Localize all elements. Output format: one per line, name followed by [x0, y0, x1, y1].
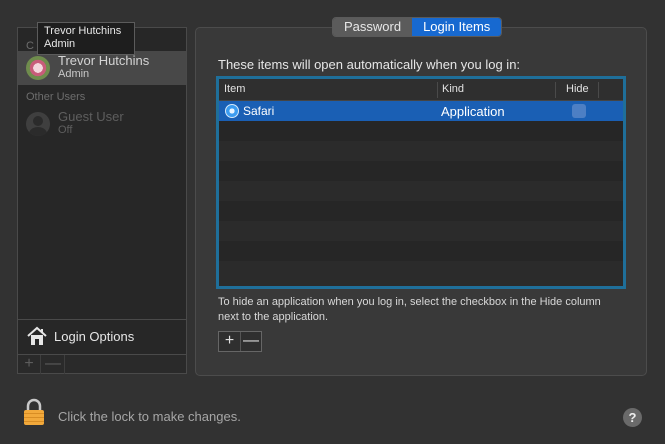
empty-row [219, 181, 623, 201]
empty-row [219, 201, 623, 221]
user-tooltip: Trevor Hutchins Admin [37, 22, 135, 55]
hide-hint-text: To hide an application when you log in, … [218, 296, 601, 323]
lock-icon[interactable] [22, 398, 46, 426]
column-header-item[interactable]: Item [224, 83, 245, 95]
column-separator [598, 82, 599, 98]
cell-item: Safari [243, 104, 275, 118]
empty-row [219, 241, 623, 261]
add-login-item-button[interactable]: + [219, 332, 240, 351]
guest-user-name: Guest User [58, 109, 124, 124]
empty-row [219, 121, 623, 141]
table-row[interactable]: Safari Application [219, 101, 623, 121]
safari-icon [225, 104, 239, 118]
cell-kind: Application [441, 104, 505, 119]
login-items-panel: These items will open automatically when… [195, 27, 647, 376]
other-users-heading: Other Users [26, 91, 86, 103]
guest-avatar [26, 112, 50, 136]
help-button[interactable]: ? [623, 408, 642, 427]
login-options-label: Login Options [54, 329, 135, 344]
column-separator [437, 82, 438, 98]
user-avatar [26, 56, 50, 80]
tab-login-items[interactable]: Login Items [412, 18, 502, 36]
users-sidebar: C Trevor Hutchins Admin Other Users Gues… [17, 27, 187, 374]
guest-user-status: Off [58, 124, 73, 136]
tooltip-name: Trevor Hutchins [44, 25, 122, 37]
table-header: Item Kind Hide [219, 79, 623, 101]
empty-row [219, 221, 623, 241]
column-header-kind[interactable]: Kind [442, 83, 464, 95]
login-options-item[interactable]: Login Options [18, 319, 186, 353]
lock-label: Click the lock to make changes. [58, 409, 241, 424]
empty-row [219, 261, 623, 281]
remove-user-button[interactable]: — [42, 355, 65, 374]
add-user-button[interactable]: + [18, 355, 41, 374]
tab-password[interactable]: Password [333, 18, 413, 36]
tooltip-role: Admin [44, 38, 76, 50]
empty-row [219, 161, 623, 181]
segmented-tabs: Password Login Items [332, 17, 503, 37]
column-header-hide[interactable]: Hide [566, 83, 589, 95]
column-separator [555, 82, 556, 98]
hide-checkbox[interactable] [572, 104, 586, 118]
remove-login-item-button[interactable]: — [240, 332, 261, 351]
sidebar-footer: + — [18, 354, 186, 374]
user-role: Admin [58, 68, 90, 80]
empty-row [219, 141, 623, 161]
login-items-table[interactable]: Item Kind Hide Safari Application [216, 76, 626, 289]
user-row-current[interactable]: Trevor Hutchins Admin [18, 51, 186, 85]
user-row-guest[interactable]: Guest User Off [18, 107, 186, 141]
house-icon [27, 326, 47, 345]
login-items-add-remove: + — [218, 331, 262, 352]
login-items-description: These items will open automatically when… [218, 57, 521, 72]
user-name: Trevor Hutchins [58, 53, 150, 68]
